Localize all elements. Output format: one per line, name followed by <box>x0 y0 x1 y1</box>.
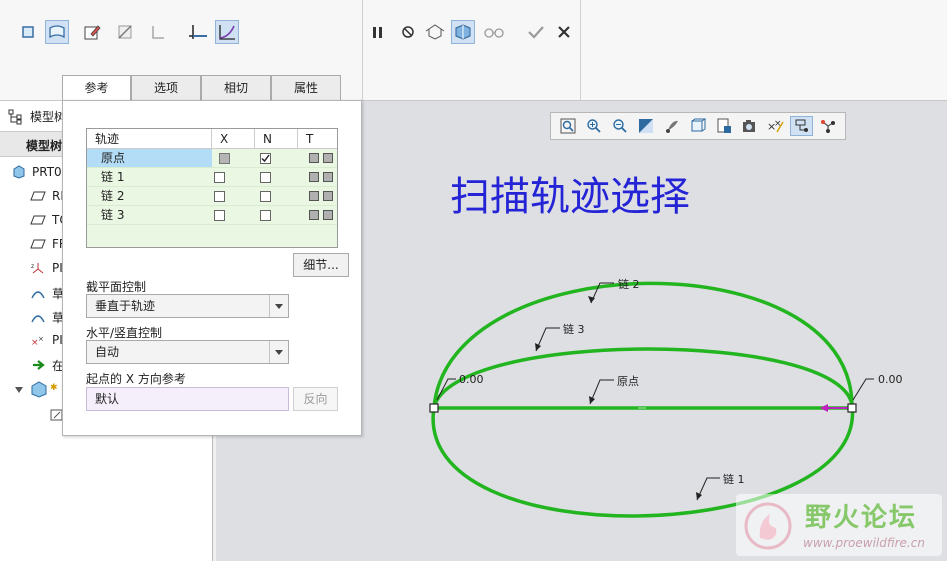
chain-3-label: 链 3 <box>563 323 585 336</box>
t-toggle[interactable] <box>309 210 319 220</box>
chain-2-curve[interactable] <box>432 281 854 408</box>
t-toggle[interactable] <box>309 172 319 182</box>
trajectory-name: 链 2 <box>101 189 125 203</box>
section-plane-control-select[interactable]: 垂直于轨迹 <box>86 294 289 318</box>
t-toggle[interactable] <box>309 153 319 163</box>
column-header-x: X <box>212 129 255 149</box>
chevron-down-icon[interactable] <box>269 341 288 363</box>
column-header-t: T <box>298 129 337 149</box>
chain-3-curve[interactable] <box>432 347 854 408</box>
column-header-trajectory: 轨迹 <box>87 129 212 149</box>
x-checkbox[interactable] <box>214 210 225 221</box>
n-checkbox[interactable] <box>260 210 271 221</box>
watermark-url: www.proewildfire.cn <box>803 536 925 550</box>
x-checkbox[interactable] <box>214 191 225 202</box>
trajectory-table: 轨迹 X N T 原点 链 1 链 2 链 3 <box>86 128 338 248</box>
watermark-title: 野火论坛 <box>805 503 918 533</box>
t-toggle[interactable] <box>309 191 319 201</box>
table-row[interactable]: 原点 <box>87 149 337 168</box>
hv-control-value: 自动 <box>95 345 120 359</box>
t-toggle[interactable] <box>323 191 333 201</box>
section-plane-control-label: 截平面控制 <box>86 280 147 294</box>
end-value-label[interactable]: 0.00 <box>878 373 903 386</box>
trajectory-name: 链 3 <box>101 208 125 222</box>
n-checkbox[interactable] <box>260 153 271 164</box>
chevron-down-icon[interactable] <box>269 295 288 317</box>
t-toggle[interactable] <box>323 172 333 182</box>
section-plane-control-value: 垂直于轨迹 <box>95 299 156 313</box>
trajectory-name: 链 1 <box>101 170 125 184</box>
t-toggle[interactable] <box>323 153 333 163</box>
hv-control-select[interactable]: 自动 <box>86 340 289 364</box>
chain-2-label: 链 2 <box>618 278 640 291</box>
t-toggle[interactable] <box>323 210 333 220</box>
x-direction-collector[interactable]: 默认 <box>86 387 289 411</box>
trajectory-name: 原点 <box>87 149 212 167</box>
origin-label: 原点 <box>617 375 639 388</box>
x-checkbox[interactable] <box>219 153 230 164</box>
flip-button[interactable]: 反向 <box>293 387 338 411</box>
column-header-n: N <box>255 129 298 149</box>
chain-1-label: 链 1 <box>723 473 745 486</box>
x-checkbox[interactable] <box>214 172 225 183</box>
flame-logo-icon <box>740 498 796 557</box>
viewport-title: 扫描轨迹选择 <box>450 174 690 220</box>
x-direction-label: 起点的 X 方向参考 <box>86 372 186 386</box>
start-value-label[interactable]: 0.00 <box>459 373 484 386</box>
start-point-handle[interactable] <box>429 403 439 413</box>
table-row[interactable]: 链 1 <box>87 168 337 187</box>
end-point-handle[interactable] <box>847 403 857 413</box>
n-checkbox[interactable] <box>260 172 271 183</box>
hv-control-label: 水平/竖直控制 <box>86 326 163 340</box>
details-button[interactable]: 细节... <box>293 253 349 277</box>
table-row[interactable]: 链 2 <box>87 187 337 206</box>
n-checkbox[interactable] <box>260 191 271 202</box>
table-row[interactable]: 链 3 <box>87 206 337 225</box>
